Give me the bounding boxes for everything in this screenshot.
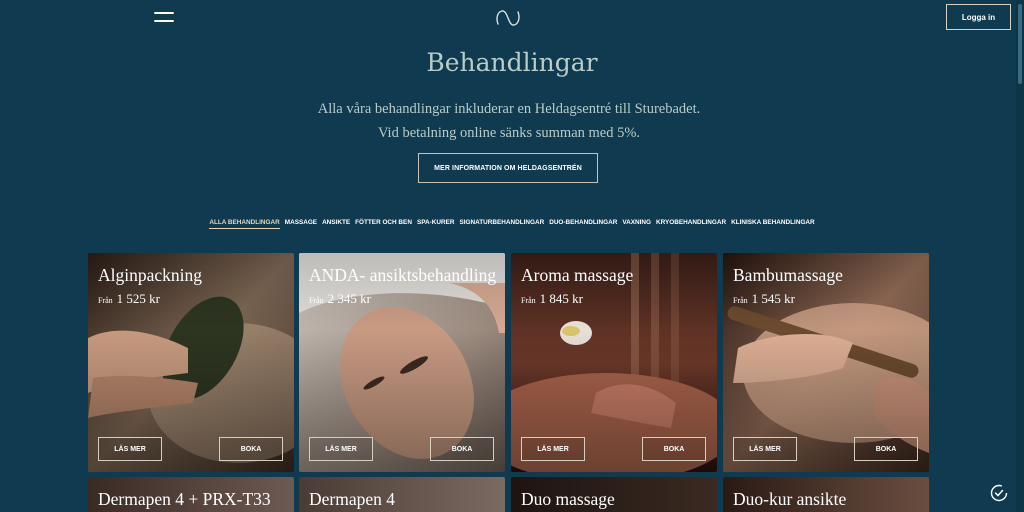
book-button[interactable]: BOKA [854, 437, 918, 461]
card-title: Aroma massage [521, 265, 634, 285]
intro-line-2: Vid betalning online sänks summan med 5%… [377, 125, 641, 141]
card-price: Från 2 345 kr [309, 290, 371, 308]
price-amount: 1 845 kr [539, 291, 584, 306]
tab-waxing[interactable]: VAXNING [622, 219, 651, 229]
book-button[interactable]: BOKA [219, 437, 283, 461]
login-button[interactable]: Logga in [946, 4, 1011, 30]
price-prefix: Från [309, 296, 324, 305]
hamburger-menu-icon[interactable] [154, 12, 174, 24]
tab-face[interactable]: ANSIKTE [322, 219, 350, 229]
price-amount: 1 525 kr [116, 291, 161, 306]
card-title: Duo massage [521, 489, 615, 509]
card-title: Dermapen 4 [309, 489, 396, 509]
tab-feet-and-legs[interactable]: FÖTTER OCH BEN [355, 219, 412, 229]
price-amount: 1 545 kr [751, 291, 796, 306]
book-button[interactable]: BOKA [642, 437, 706, 461]
brand-logo-icon[interactable] [494, 9, 522, 27]
price-prefix: Från [521, 296, 536, 305]
price-prefix: Från [98, 296, 113, 305]
card-title: Alginpackning [98, 265, 203, 285]
card-price: Från 1 525 kr [98, 290, 160, 308]
intro-text: Alla våra behandlingar inkluderar en Hel… [0, 97, 1018, 145]
book-button[interactable]: BOKA [430, 437, 494, 461]
tab-massage[interactable]: MASSAGE [285, 219, 317, 229]
scrollbar-thumb[interactable] [1018, 4, 1022, 84]
treatment-card-aroma-massage[interactable]: Aroma massage Från 1 845 kr LÄS MER BOKA [511, 253, 717, 472]
card-price: Från 1 845 kr [521, 290, 583, 308]
read-more-button[interactable]: LÄS MER [98, 437, 162, 461]
treatment-card-anda[interactable]: ANDA- ansiktsbehandling Från 2 345 kr LÄ… [299, 253, 505, 472]
treatment-card-alginpackning[interactable]: Alginpackning Från 1 525 kr LÄS MER BOKA [88, 253, 294, 472]
treatment-card-dermapen[interactable]: Dermapen 4 [299, 477, 505, 512]
more-info-button[interactable]: MER INFORMATION OM HELDAGSENTRÉN [418, 153, 598, 183]
tab-signature[interactable]: SIGNATURBEHANDLINGAR [459, 219, 544, 229]
treatment-card-dermapen-prx[interactable]: Dermapen 4 + PRX-T33 [88, 477, 294, 512]
price-prefix: Från [733, 296, 748, 305]
card-title: Dermapen 4 + PRX-T33 [98, 489, 271, 509]
tab-clinical[interactable]: KLINISKA BEHANDLINGAR [731, 219, 815, 229]
read-more-button[interactable]: LÄS MER [733, 437, 797, 461]
price-amount: 2 345 kr [327, 291, 372, 306]
cookie-consent-icon[interactable] [990, 484, 1008, 502]
tab-cryo[interactable]: KRYOBEHANDLINGAR [656, 219, 726, 229]
card-price: Från 1 545 kr [733, 290, 795, 308]
category-filter-tabs: ALLA BEHANDLINGAR MASSAGE ANSIKTE FÖTTER… [0, 219, 1024, 229]
card-title: Bambumassage [733, 265, 843, 285]
intro-line-1: Alla våra behandlingar inkluderar en Hel… [317, 101, 701, 117]
tab-all-treatments[interactable]: ALLA BEHANDLINGAR [209, 219, 280, 229]
card-title: Duo-kur ansikte [733, 489, 847, 509]
page-title: Behandlingar [426, 48, 598, 77]
read-more-button[interactable]: LÄS MER [521, 437, 585, 461]
tab-spa-cures[interactable]: SPA-KURER [417, 219, 455, 229]
tab-duo[interactable]: DUO-BEHANDLINGAR [549, 219, 617, 229]
treatment-card-duo-kur[interactable]: Duo-kur ansikte [723, 477, 929, 512]
treatment-card-bambumassage[interactable]: Bambumassage Från 1 545 kr LÄS MER BOKA [723, 253, 929, 472]
treatment-card-duo-massage[interactable]: Duo massage [511, 477, 717, 512]
card-title: ANDA- ansiktsbehandling [309, 265, 497, 285]
read-more-button[interactable]: LÄS MER [309, 437, 373, 461]
top-bar: Logga in [0, 0, 1024, 40]
